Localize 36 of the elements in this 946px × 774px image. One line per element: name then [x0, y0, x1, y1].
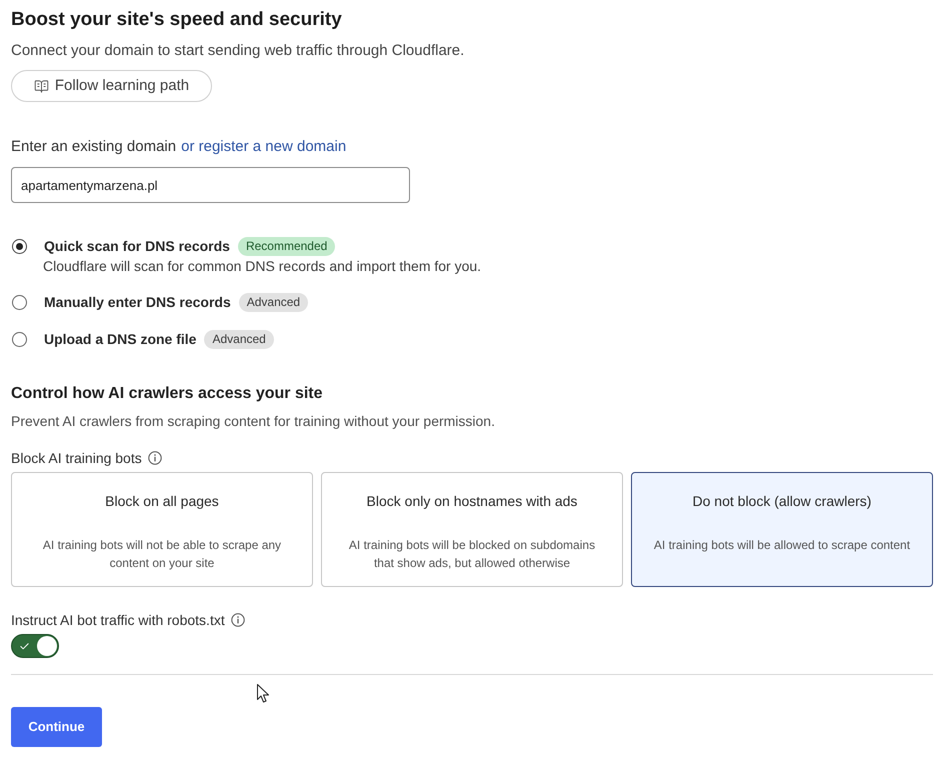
radio-button[interactable] — [12, 238, 27, 254]
page-subtitle: Connect your domain to start sending web traffic through Cloudflare. — [11, 41, 464, 61]
section-description: Prevent AI crawlers from scraping content for training without your permission. — [11, 412, 495, 431]
option-label[interactable]: Quick scan for DNS records — [44, 236, 230, 256]
continue-button[interactable]: Continue — [11, 707, 102, 747]
info-icon[interactable] — [230, 613, 245, 627]
option-card[interactable]: Block on all pages AI training bots will not be able to scrape any content on your site — [11, 472, 313, 587]
option-tag: Recommended — [238, 236, 336, 256]
option-label[interactable]: Upload a DNS zone file — [44, 328, 196, 350]
register-domain-link[interactable]: or register a new domain — [181, 136, 346, 158]
option-tag: Advanced — [238, 292, 308, 312]
option-description: Cloudflare will scan for common DNS records and import them for you. — [43, 257, 482, 276]
card-title: Do not block (allow crawlers) — [692, 492, 872, 511]
radio-button[interactable] — [12, 294, 27, 310]
robots-toggle[interactable] — [11, 634, 59, 658]
page-title: Boost your site's speed and security — [11, 8, 342, 32]
option-label[interactable]: Manually enter DNS records — [44, 292, 231, 312]
learning-path-button[interactable]: Follow learning path — [11, 70, 212, 102]
option-card[interactable]: Do not block (allow crawlers) AI training bots will be allowed to scrape content — [631, 472, 933, 587]
check-icon — [19, 640, 30, 652]
block-bots-label: Block AI training bots — [11, 448, 142, 468]
card-description: AI training bots will be allowed to scrape content — [654, 537, 910, 554]
info-icon[interactable] — [148, 451, 162, 465]
domain-label: Enter an existing domain — [11, 137, 176, 157]
robots-label: Instruct AI bot traffic with robots.txt — [11, 610, 225, 630]
radio-button[interactable] — [12, 332, 27, 346]
card-title: Block only on hostnames with ads — [366, 492, 578, 511]
card-description: AI training bots will be blocked on subdomains that show ads, but allowed otherwise — [348, 537, 596, 572]
card-title: Block on all pages — [105, 492, 219, 511]
mouse-cursor-icon — [257, 684, 270, 703]
option-card[interactable]: Block only on hostnames with ads AI training bots will be blocked on subdomains that show ads, but allowed otherwise — [321, 472, 623, 587]
domain-input-field[interactable]: apartamentymarzena.pl — [11, 167, 410, 203]
card-description: AI training bots will not be able to scrape any content on your site — [42, 537, 282, 572]
book-icon — [34, 78, 49, 94]
option-tag: Advanced — [204, 330, 274, 348]
section-title: Control how AI crawlers access your site — [11, 384, 323, 404]
